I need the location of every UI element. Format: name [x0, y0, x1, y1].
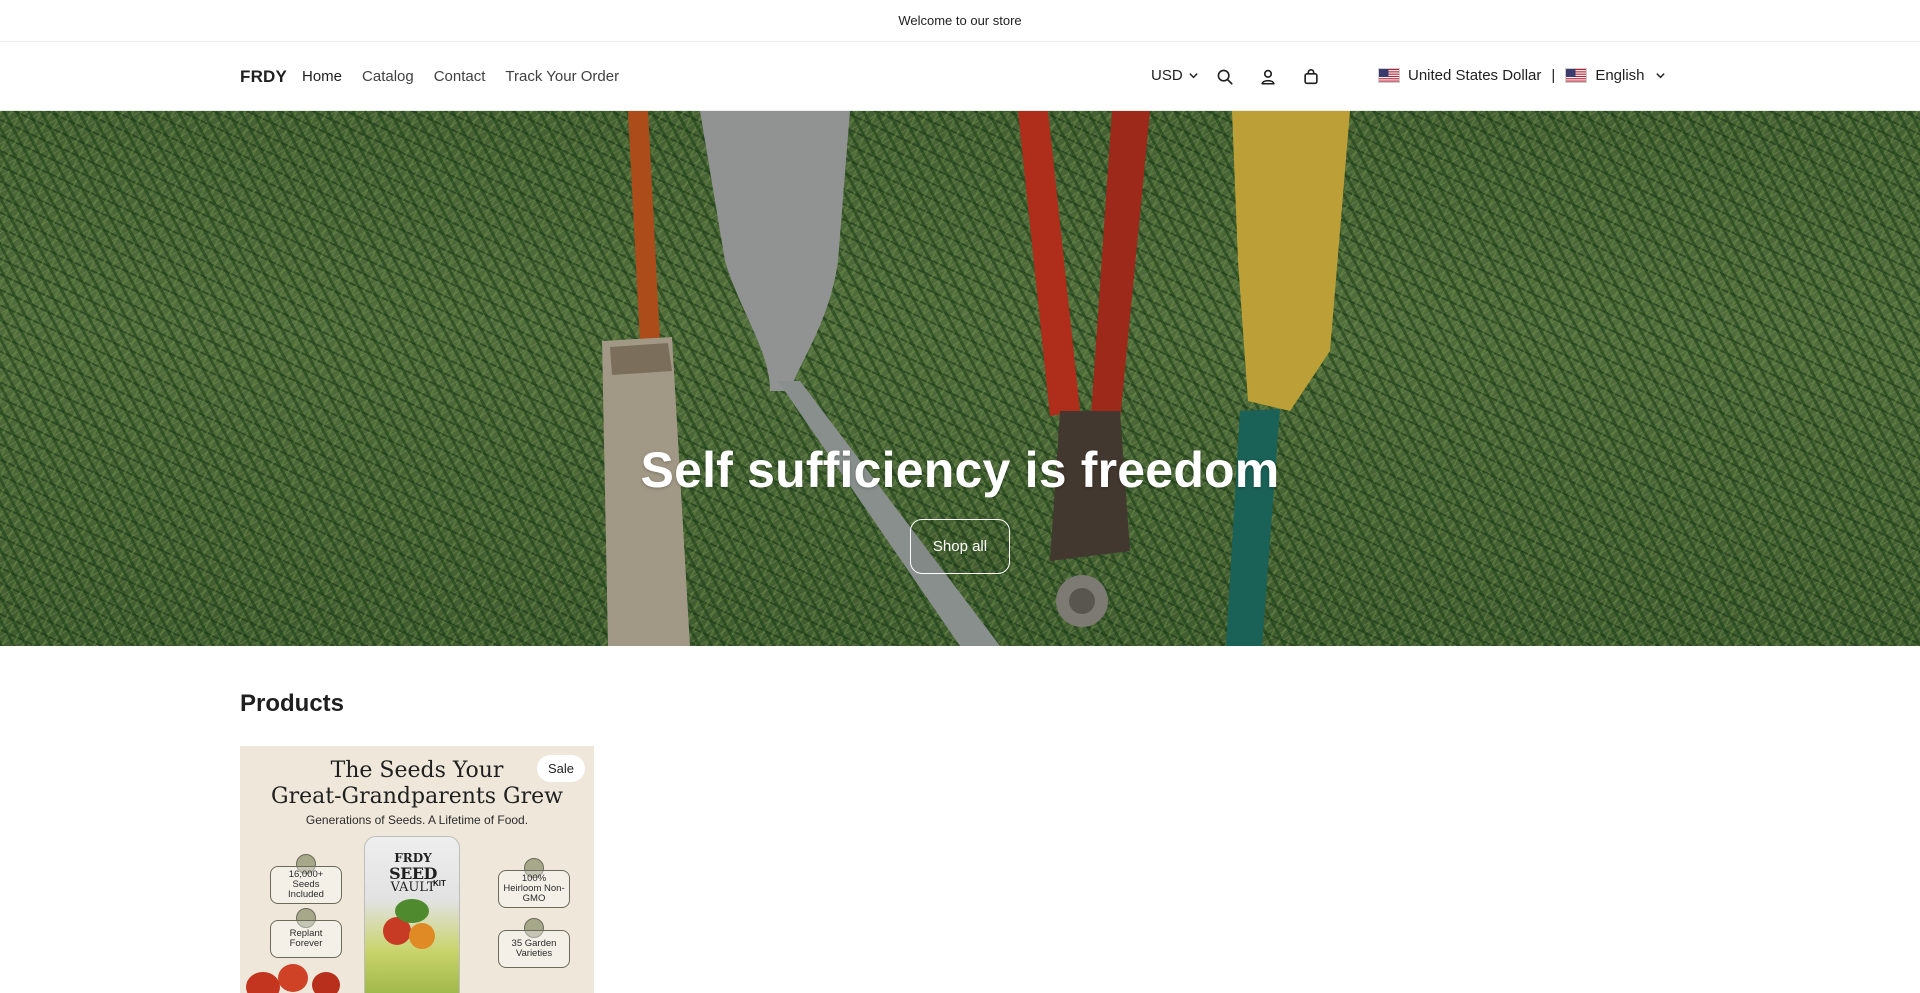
product-image-headline-line2: Great-Grandparents Grew — [271, 784, 563, 809]
seed-vault-pouch-image: FRDY SEED VAULT KIT — [364, 836, 460, 993]
tomato-illustration — [246, 972, 280, 993]
hero-heading: Self sufficiency is freedom — [640, 442, 1280, 498]
nav-link-contact[interactable]: Contact — [434, 68, 486, 85]
country-currency-label: United States Dollar — [1408, 67, 1542, 84]
product-image-subline: Generations of Seeds. A Lifetime of Food… — [305, 813, 529, 827]
main-nav: Home Catalog Contact Track Your Order — [302, 68, 619, 85]
currency-selector[interactable]: USD — [1151, 67, 1199, 84]
chevron-down-icon — [1188, 73, 1198, 79]
nav-link-home[interactable]: Home — [302, 68, 342, 85]
feature-heirloom: 100% Heirloom Non-GMO — [498, 870, 570, 908]
nav-link-track-order[interactable]: Track Your Order — [505, 68, 619, 85]
announcement-text: Welcome to our store — [898, 13, 1022, 28]
us-flag-icon — [1565, 68, 1588, 83]
feature-seeds-included: 16,000+ Seeds Included — [270, 866, 342, 904]
cart-icon[interactable] — [1301, 67, 1321, 87]
nav-link-catalog[interactable]: Catalog — [362, 68, 414, 85]
pouch-line2: VAULT — [390, 880, 436, 895]
lettuce-illustration — [395, 899, 429, 923]
us-flag-icon — [1378, 68, 1400, 83]
feature-replant: Replant Forever — [270, 920, 342, 958]
announcement-bar: Welcome to our store — [0, 0, 1920, 42]
products-heading: Products — [240, 690, 345, 717]
site-header: FRDY Home Catalog Contact Track Your Ord… — [0, 42, 1920, 111]
language-label: English — [1595, 67, 1645, 84]
pepper-illustration — [409, 923, 435, 949]
account-icon[interactable] — [1258, 67, 1278, 87]
pouch-brand: FRDY — [394, 851, 432, 865]
tomato-illustration — [312, 972, 340, 993]
chevron-down-icon — [1655, 73, 1665, 79]
pouch-tag: KIT — [433, 879, 446, 888]
sale-badge: Sale — [536, 755, 585, 782]
localization-divider: | — [1551, 67, 1556, 84]
hero-banner: Self sufficiency is freedom Shop all — [0, 111, 1920, 646]
localization-selector[interactable]: United States Dollar | English — [1378, 67, 1666, 84]
search-icon[interactable] — [1215, 67, 1235, 87]
feature-varieties: 35 Garden Varieties — [498, 930, 570, 968]
shop-all-button[interactable]: Shop all — [910, 519, 1010, 574]
product-card[interactable]: The Seeds Your Great-Grandparents Grew G… — [240, 746, 594, 993]
store-logo[interactable]: FRDY — [240, 67, 287, 87]
currency-label: USD — [1151, 67, 1183, 84]
tomato-illustration — [278, 964, 308, 992]
